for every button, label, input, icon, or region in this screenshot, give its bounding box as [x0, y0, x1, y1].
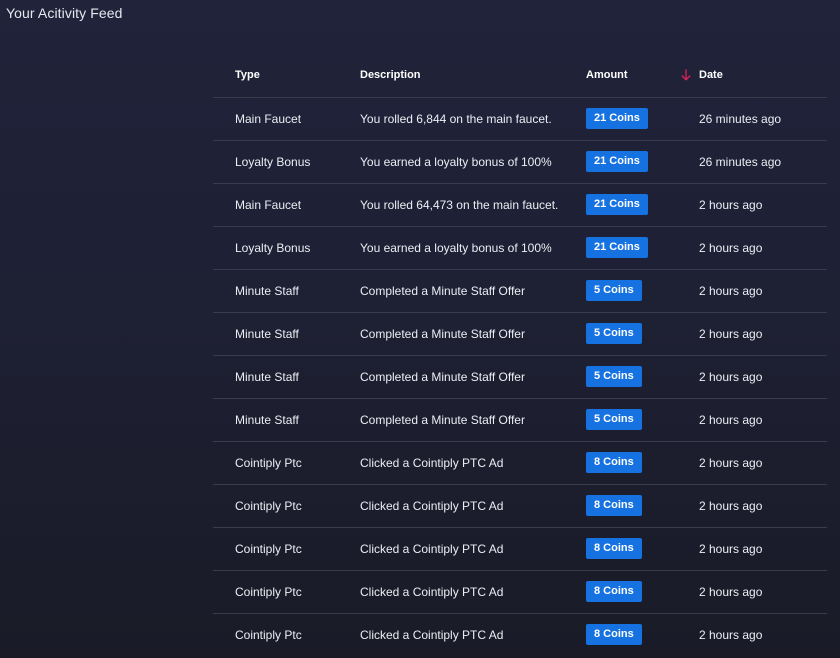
coin-amount-badge: 8 Coins	[586, 581, 642, 602]
table-row: Cointiply Ptc Clicked a Cointiply PTC Ad…	[213, 613, 827, 656]
page-title: Your Acitivity Feed	[6, 5, 123, 21]
table-row: Main Faucet You rolled 64,473 on the mai…	[213, 183, 827, 227]
row-type: Minute Staff	[213, 269, 338, 313]
table-row: Minute Staff Completed a Minute Staff Of…	[213, 312, 827, 356]
coin-amount-badge: 8 Coins	[586, 452, 642, 473]
row-amount-cell: 8 Coins	[586, 484, 699, 528]
coin-amount-badge: 5 Coins	[586, 280, 642, 301]
row-description: Completed a Minute Staff Offer	[338, 312, 586, 356]
coin-amount-badge: 21 Coins	[586, 237, 648, 258]
coin-amount-badge: 5 Coins	[586, 323, 642, 344]
row-date: 2 hours ago	[699, 312, 827, 356]
table-row: Minute Staff Completed a Minute Staff Of…	[213, 398, 827, 442]
table-row: Cointiply Ptc Clicked a Cointiply PTC Ad…	[213, 527, 827, 571]
row-date: 2 hours ago	[699, 355, 827, 399]
coin-amount-badge: 8 Coins	[586, 624, 642, 646]
header-date-label: Date	[699, 69, 723, 82]
row-date: 2 hours ago	[699, 269, 827, 313]
header-date[interactable]: Date	[681, 54, 827, 98]
row-type: Cointiply Ptc	[213, 441, 338, 485]
row-amount-cell: 5 Coins	[586, 312, 699, 356]
row-type: Cointiply Ptc	[235, 627, 302, 642]
table-row: Loyalty Bonus You earned a loyalty bonus…	[213, 140, 827, 184]
row-type: Main Faucet	[213, 183, 338, 227]
row-description: Clicked a Cointiply PTC Ad	[338, 570, 586, 614]
row-date: 2 hours ago	[699, 398, 827, 442]
row-date: 2 hours ago	[699, 441, 827, 485]
row-date: 26 minutes ago	[699, 140, 827, 184]
table-row: Cointiply Ptc Clicked a Cointiply PTC Ad…	[213, 570, 827, 614]
row-amount-cell: 21 Coins	[586, 97, 699, 141]
row-amount-cell: 5 Coins	[586, 355, 699, 399]
row-date: 2 hours ago	[699, 627, 763, 642]
row-amount-cell: 8 Coins	[586, 441, 699, 485]
row-description: Clicked a Cointiply PTC Ad	[338, 441, 586, 485]
row-description: You rolled 6,844 on the main faucet.	[338, 97, 586, 141]
row-amount-cell: 8 Coins	[586, 527, 699, 571]
row-date: 26 minutes ago	[699, 97, 827, 141]
row-description: Completed a Minute Staff Offer	[338, 398, 586, 442]
row-type: Cointiply Ptc	[213, 570, 338, 614]
row-amount-cell: 5 Coins	[586, 398, 699, 442]
row-type: Minute Staff	[213, 312, 338, 356]
row-description: Clicked a Cointiply PTC Ad	[360, 627, 504, 642]
row-type: Loyalty Bonus	[213, 226, 338, 270]
row-amount-cell: 21 Coins	[586, 140, 699, 184]
table-row: Cointiply Ptc Clicked a Cointiply PTC Ad…	[213, 484, 827, 528]
header-type[interactable]: Type	[213, 54, 338, 98]
header-description[interactable]: Description	[338, 54, 586, 98]
coin-amount-badge: 21 Coins	[586, 194, 648, 215]
table-row: Minute Staff Completed a Minute Staff Of…	[213, 269, 827, 313]
row-type: Main Faucet	[213, 97, 338, 141]
coin-amount-badge: 5 Coins	[586, 409, 642, 430]
row-date: 2 hours ago	[699, 226, 827, 270]
coin-amount-badge: 21 Coins	[586, 108, 648, 129]
row-description: Completed a Minute Staff Offer	[338, 355, 586, 399]
coin-amount-badge: 5 Coins	[586, 366, 642, 387]
table-row: Cointiply Ptc Clicked a Cointiply PTC Ad…	[213, 441, 827, 485]
coin-amount-badge: 21 Coins	[586, 151, 648, 172]
row-type: Minute Staff	[213, 355, 338, 399]
row-date: 2 hours ago	[699, 484, 827, 528]
row-type: Minute Staff	[213, 398, 338, 442]
row-description: You earned a loyalty bonus of 100%	[338, 226, 586, 270]
row-amount-cell: 8 Coins	[586, 613, 699, 656]
row-date: 2 hours ago	[699, 183, 827, 227]
row-amount-cell: 8 Coins	[586, 570, 699, 614]
arrow-down-icon[interactable]	[681, 69, 691, 81]
row-amount-cell: 21 Coins	[586, 183, 699, 227]
row-description: You earned a loyalty bonus of 100%	[338, 140, 586, 184]
row-description: You rolled 64,473 on the main faucet.	[338, 183, 586, 227]
row-amount-cell: 5 Coins	[586, 269, 699, 313]
row-type: Loyalty Bonus	[213, 140, 338, 184]
activity-feed-table: Type Description Amount Date Main Faucet…	[213, 54, 827, 656]
row-amount-cell: 21 Coins	[586, 226, 699, 270]
row-type: Cointiply Ptc	[213, 484, 338, 528]
coin-amount-badge: 8 Coins	[586, 538, 642, 559]
coin-amount-badge: 8 Coins	[586, 495, 642, 516]
table-row: Main Faucet You rolled 6,844 on the main…	[213, 97, 827, 141]
row-type: Cointiply Ptc	[213, 527, 338, 571]
row-description: Clicked a Cointiply PTC Ad	[338, 484, 586, 528]
table-row: Minute Staff Completed a Minute Staff Of…	[213, 355, 827, 399]
row-description: Completed a Minute Staff Offer	[338, 269, 586, 313]
table-header: Type Description Amount Date	[213, 54, 827, 98]
table-body: Main Faucet You rolled 6,844 on the main…	[213, 97, 827, 656]
table-row: Loyalty Bonus You earned a loyalty bonus…	[213, 226, 827, 270]
row-description: Clicked a Cointiply PTC Ad	[338, 527, 586, 571]
row-date: 2 hours ago	[699, 527, 827, 571]
row-date: 2 hours ago	[699, 570, 827, 614]
header-row: Type Description Amount Date	[213, 54, 827, 98]
